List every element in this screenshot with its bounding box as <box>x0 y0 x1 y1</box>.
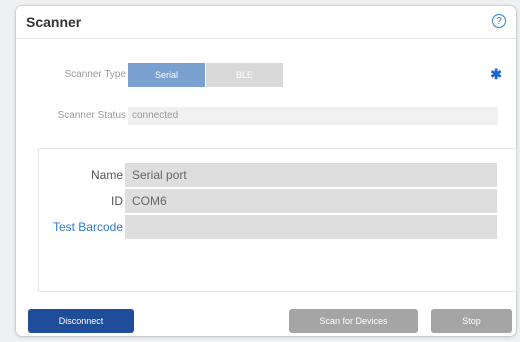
scanner-type-serial-button[interactable]: Serial <box>128 63 205 87</box>
page: Scanner ? Scanner Type Serial BLE ✱ Scan… <box>0 0 520 342</box>
test-barcode-link[interactable]: Test Barcode <box>39 215 123 239</box>
bluetooth-icon: ✱ <box>490 66 502 82</box>
device-id-label: ID <box>111 194 123 208</box>
panel-title: Scanner <box>26 14 82 30</box>
panel-header: Scanner ? <box>16 6 516 39</box>
device-name-label: Name <box>90 168 123 182</box>
device-name-value: Serial port <box>125 163 497 187</box>
scanner-panel: Scanner ? Scanner Type Serial BLE ✱ Scan… <box>16 6 517 336</box>
device-id-row: ID COM6 <box>39 189 516 213</box>
test-barcode-field[interactable] <box>125 215 497 239</box>
stop-button[interactable]: Stop <box>431 309 512 333</box>
scanner-type-ble-button[interactable]: BLE <box>206 63 283 87</box>
scanner-status-label: Scanner Status <box>57 110 126 121</box>
device-name-row: Name Serial port <box>39 163 516 187</box>
help-icon[interactable]: ? <box>492 14 506 28</box>
device-id-value: COM6 <box>125 189 497 213</box>
scanner-status-value: connected <box>128 107 498 125</box>
device-card: Name Serial port ID COM6 Test Barcode <box>38 148 517 292</box>
test-barcode-row: Test Barcode <box>39 215 516 239</box>
scanner-type-label: Scanner Type <box>64 69 126 80</box>
disconnect-button[interactable]: Disconnect <box>28 309 134 333</box>
scan-for-devices-button[interactable]: Scan for Devices <box>289 309 418 333</box>
